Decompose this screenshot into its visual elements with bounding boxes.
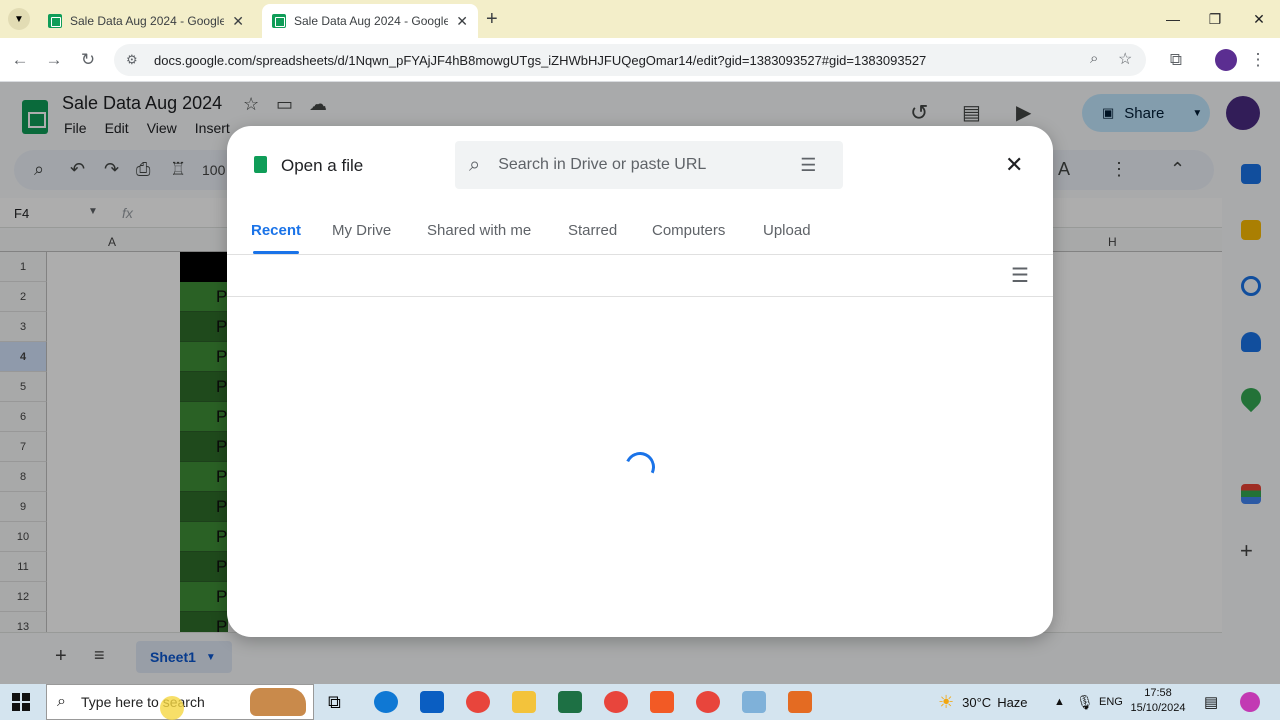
system-clock[interactable]: 17:58 15/10/2024 xyxy=(1130,686,1186,716)
browser-tab-1[interactable]: Sale Data Aug 2024 - Google Sh ✕ xyxy=(38,4,254,38)
weather-sun-icon: ☀ xyxy=(938,691,955,712)
recorder-icon[interactable] xyxy=(788,691,812,713)
tab-shared-with-me[interactable]: Shared with me xyxy=(427,222,531,239)
tab-upload[interactable]: Upload xyxy=(763,222,811,239)
close-window-button[interactable]: ✕ xyxy=(1236,6,1280,32)
clock-date: 15/10/2024 xyxy=(1130,702,1186,714)
chrome-menu-icon[interactable]: ⋮ xyxy=(1246,48,1270,72)
close-tab-icon[interactable]: ✕ xyxy=(232,13,244,30)
search-icon: ⌕ xyxy=(469,153,481,176)
reload-button[interactable]: ↻ xyxy=(76,48,100,72)
url-text: docs.google.com/spreadsheets/d/1Nqwn_pFY… xyxy=(154,52,927,68)
microphone-icon[interactable]: 🎙 xyxy=(1076,684,1094,720)
close-dialog-icon[interactable]: ✕ xyxy=(1005,152,1023,178)
divider xyxy=(227,296,1053,297)
chrome-active-icon[interactable] xyxy=(696,691,720,713)
divider xyxy=(227,254,1053,255)
weather-widget[interactable]: ☀ 30°C Haze xyxy=(938,684,1028,720)
notepad-icon[interactable] xyxy=(742,691,766,713)
drive-search-input[interactable] xyxy=(498,156,779,174)
open-file-dialog: Open a file ⌕ ☰ ✕ Recent My Drive Shared… xyxy=(227,126,1053,637)
cursor-highlight xyxy=(160,696,184,720)
taskbar-search-placeholder: Type here to search xyxy=(81,694,205,710)
address-bar[interactable]: ⚙ docs.google.com/spreadsheets/d/1Nqwn_p… xyxy=(114,44,1146,76)
minimize-button[interactable]: — xyxy=(1150,6,1196,32)
windows-start-icon[interactable] xyxy=(12,693,30,711)
forward-button[interactable]: → xyxy=(42,48,66,72)
chrome-icon[interactable] xyxy=(466,691,490,713)
search-options-icon[interactable]: ☰ xyxy=(800,155,816,176)
browser-tab-title: Sale Data Aug 2024 - Google Sh xyxy=(70,14,225,28)
loading-spinner-icon xyxy=(620,447,660,487)
close-tab-icon[interactable]: ✕ xyxy=(456,13,468,30)
clock-time: 17:58 xyxy=(1144,687,1172,699)
browser-tab-title: Sale Data Aug 2024 - Google Sh xyxy=(294,14,449,28)
chrome-profile-icon[interactable] xyxy=(604,691,628,713)
site-info-icon[interactable]: ⚙ xyxy=(126,52,142,68)
weather-temp: 30°C xyxy=(962,694,992,710)
back-button[interactable]: ← xyxy=(8,48,32,72)
dialog-title: Open a file xyxy=(281,156,364,175)
browser-toolbar: ← → ↻ ⚙ docs.google.com/spreadsheets/d/1… xyxy=(0,38,1280,82)
search-icon: ⌕ xyxy=(57,693,66,710)
weather-desc: Haze xyxy=(997,694,1028,710)
copilot-icon[interactable] xyxy=(1240,692,1260,712)
task-view-icon[interactable]: ⧉ xyxy=(328,692,341,713)
bookmark-star-icon[interactable]: ☆ xyxy=(1118,49,1132,69)
tab-my-drive[interactable]: My Drive xyxy=(332,222,391,239)
sheets-logo-icon xyxy=(254,156,267,173)
brave-icon[interactable] xyxy=(650,691,674,713)
tab-search-button[interactable]: ▼ xyxy=(8,8,30,30)
sheets-favicon-icon xyxy=(48,14,62,28)
sheets-favicon-icon xyxy=(272,14,286,28)
excel-icon[interactable] xyxy=(558,691,582,713)
input-language[interactable]: ENG xyxy=(1099,684,1123,720)
new-tab-button[interactable]: + xyxy=(486,8,498,31)
drive-search-box: ⌕ ☰ xyxy=(455,141,843,189)
notification-icon[interactable]: ▤ xyxy=(1204,684,1218,720)
windows-taskbar: ⌕ Type here to search ⧉ ☀ 30°C Haze ▲ 🎙 … xyxy=(0,684,1280,720)
extensions-icon[interactable]: ⧉ xyxy=(1164,48,1188,72)
zoom-icon[interactable]: ⌕ xyxy=(1090,50,1098,67)
file-explorer-icon[interactable] xyxy=(512,691,536,713)
tab-recent[interactable]: Recent xyxy=(251,222,301,239)
tab-starred[interactable]: Starred xyxy=(568,222,617,239)
profile-avatar[interactable] xyxy=(1215,49,1237,71)
tab-computers[interactable]: Computers xyxy=(652,222,725,239)
maximize-button[interactable]: ❐ xyxy=(1192,6,1238,32)
list-view-icon[interactable]: ☰ xyxy=(1011,263,1029,288)
browser-tab-2[interactable]: Sale Data Aug 2024 - Google Sh ✕ xyxy=(262,4,478,38)
browser-tab-strip: ▼ Sale Data Aug 2024 - Google Sh ✕ Sale … xyxy=(0,0,1280,38)
edge-icon[interactable] xyxy=(374,691,398,713)
tray-overflow-icon[interactable]: ▲ xyxy=(1054,684,1065,720)
store-icon[interactable] xyxy=(420,691,444,713)
search-highlight-image xyxy=(250,688,306,716)
